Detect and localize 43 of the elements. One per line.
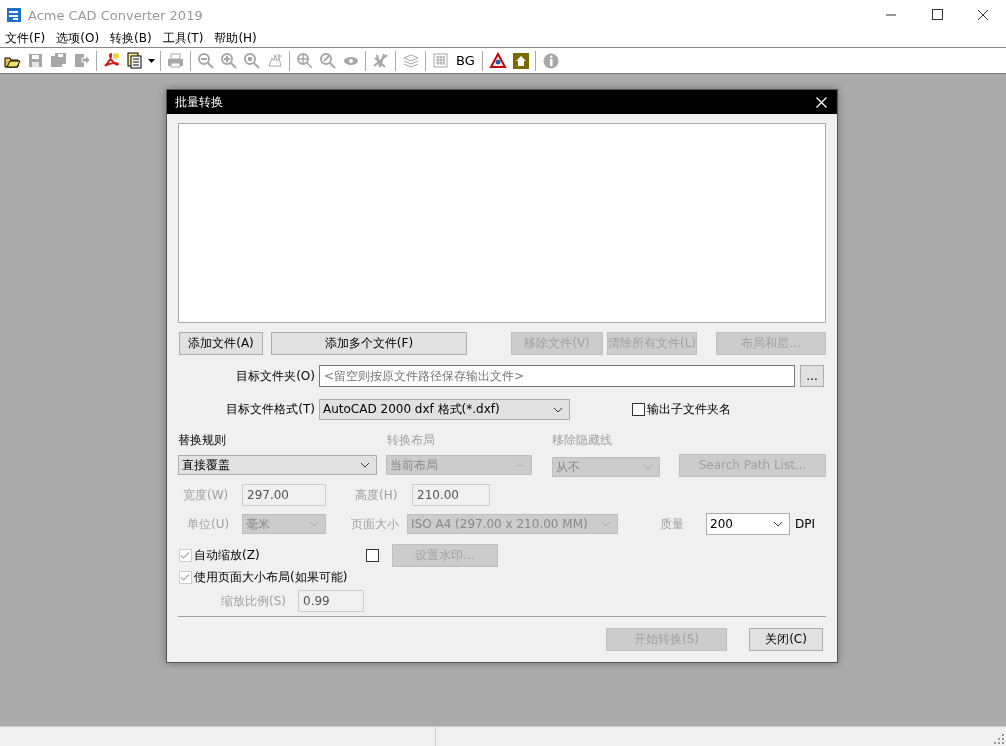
field-label: 宽度(W) xyxy=(182,486,230,504)
home-icon[interactable] xyxy=(511,51,530,70)
window-title: Acme CAD Converter 2019 xyxy=(28,7,203,23)
field-label: 输出子文件夹名 xyxy=(647,401,731,418)
menu-item[interactable]: 选项(O) xyxy=(51,30,106,46)
quality-dropdown[interactable]: 200 xyxy=(706,513,790,535)
field-label: 替换规则 xyxy=(178,431,226,449)
field-label: 质量 xyxy=(660,515,685,533)
background-toggle[interactable]: BG xyxy=(456,53,475,68)
folder-input-field[interactable]: <留空则按原文件路径保存输出文件> xyxy=(319,365,795,387)
dropdown-caret-icon[interactable] xyxy=(148,58,155,63)
dropdown[interactable]: 直接覆盖 xyxy=(178,455,377,475)
field-label: 高度(H) xyxy=(355,486,399,504)
field-label: 转换布局 xyxy=(387,431,435,449)
chevron-down-icon[interactable] xyxy=(553,406,563,413)
browse-button[interactable]: ... xyxy=(800,365,824,387)
watermark-checkbox[interactable] xyxy=(365,549,379,562)
menu-item[interactable]: 文件(F) xyxy=(0,30,52,46)
app-logo-icon xyxy=(6,7,22,23)
format-dropdown[interactable]: AutoCAD 2000 dxf 格式(*.dxf) xyxy=(319,399,570,420)
file-button[interactable]: 添加文件(A) xyxy=(179,332,263,355)
field-label: DPI xyxy=(795,517,815,531)
field-label: 目标文件夹(O) xyxy=(235,367,315,385)
field-label: 使用页面大小布局(如果可能) xyxy=(194,569,348,586)
checkbox[interactable] xyxy=(632,403,645,416)
menu-item[interactable]: 工具(T) xyxy=(157,30,210,46)
pdf-icon[interactable] xyxy=(103,51,121,70)
field-label: 移除隐藏线 xyxy=(552,431,612,449)
batch-icon[interactable] xyxy=(126,51,144,70)
menu-item[interactable]: 转换(B) xyxy=(105,30,158,46)
chevron-down-icon[interactable] xyxy=(773,521,783,527)
field-label: 目标文件格式(T) xyxy=(225,401,315,418)
field-label: 单位(U) xyxy=(186,515,231,533)
close-icon[interactable] xyxy=(816,96,827,108)
field-label: 自动缩放(Z) xyxy=(194,547,260,564)
menu-item[interactable]: 帮助(H) xyxy=(209,30,263,46)
chevron-down-icon[interactable] xyxy=(360,462,370,468)
field-label: 缩放比例(S) xyxy=(221,592,287,610)
dialog-title: 批量转换 xyxy=(175,93,223,111)
field-label: 页面大小 xyxy=(351,515,400,533)
resize-grip-icon[interactable] xyxy=(994,734,1004,744)
file-button[interactable]: 添加多个文件(F) xyxy=(271,332,467,355)
close-button[interactable]: 关闭(C) xyxy=(749,628,823,651)
